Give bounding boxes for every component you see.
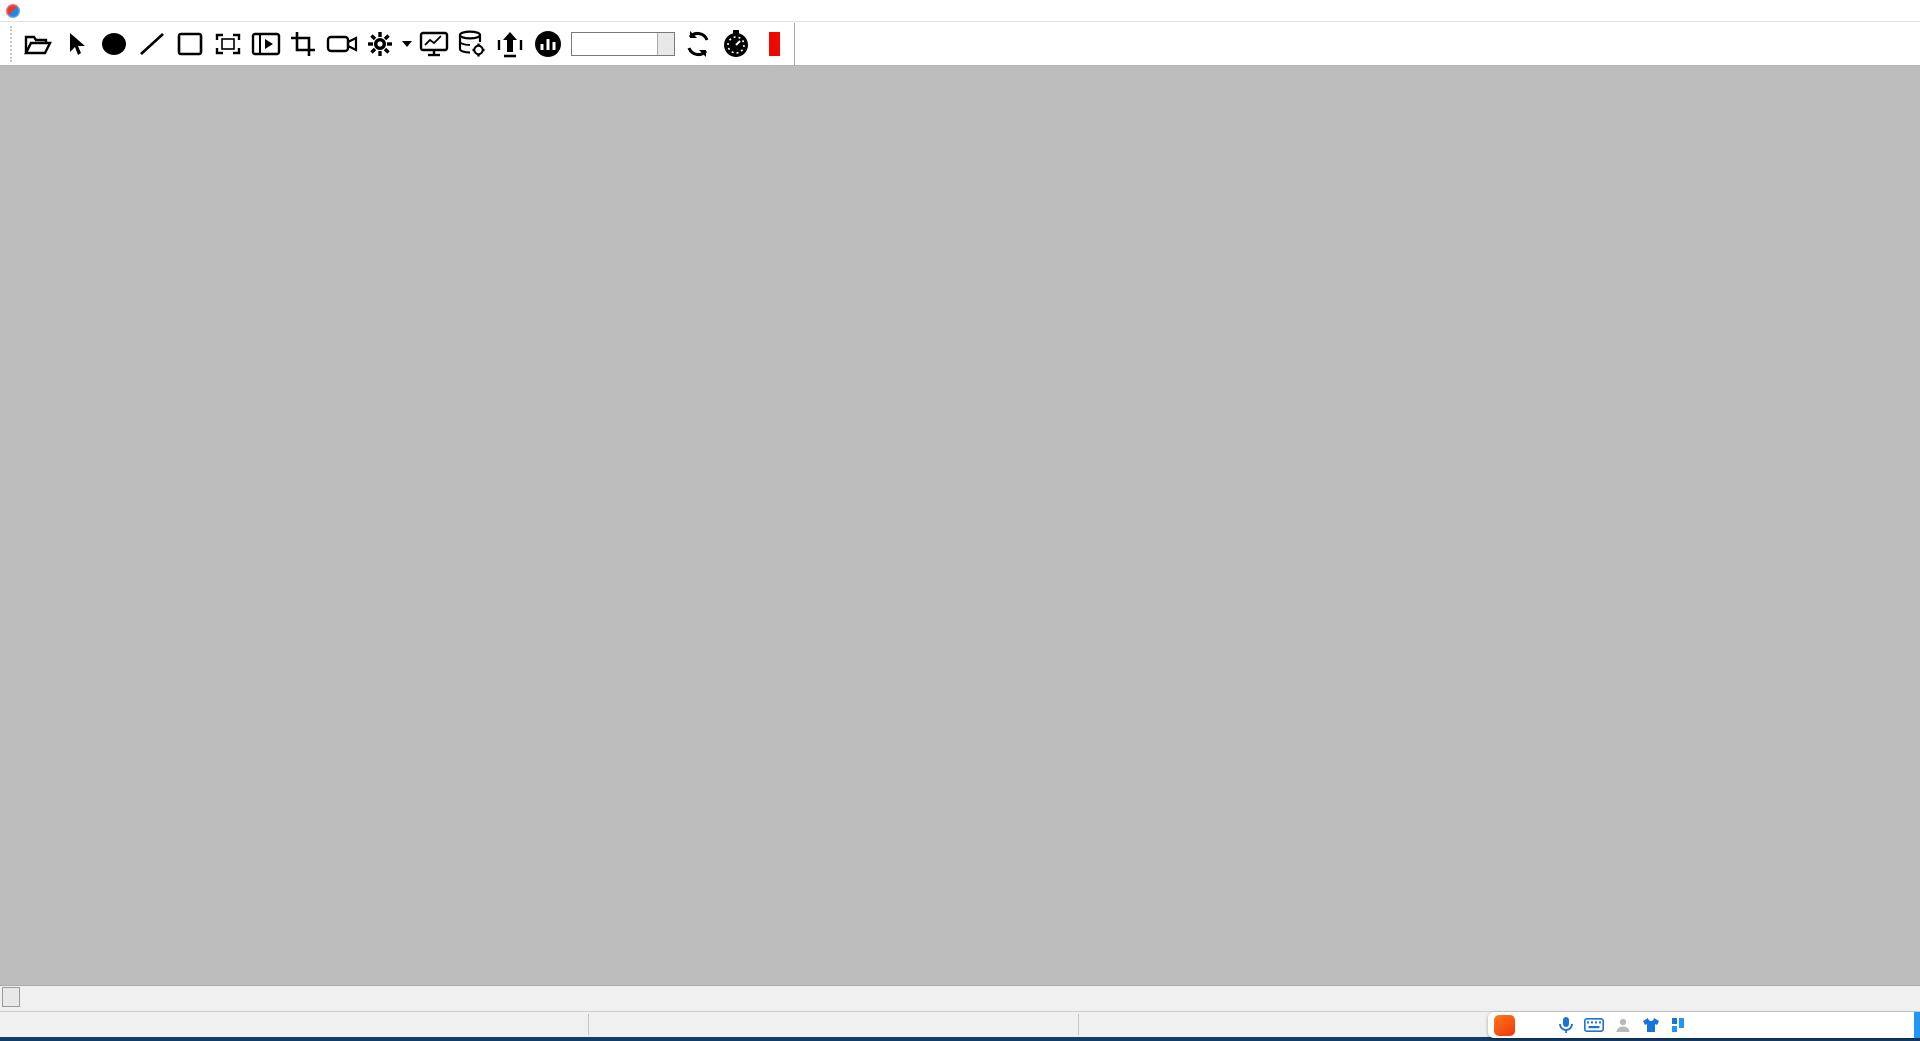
tab-bar xyxy=(0,985,1920,1011)
video-camera-button[interactable] xyxy=(323,25,361,63)
settings-dropdown-arrow-icon[interactable] xyxy=(399,25,415,63)
line-tool-button[interactable] xyxy=(133,25,171,63)
timer-button[interactable] xyxy=(717,25,755,63)
database-settings-button[interactable] xyxy=(453,25,491,63)
skin-wardrobe-icon[interactable] xyxy=(1642,1017,1660,1033)
record-indicator[interactable] xyxy=(769,32,780,56)
app-logo-icon xyxy=(6,4,20,18)
upload-button[interactable] xyxy=(491,25,529,63)
title-bar xyxy=(0,0,1920,22)
microphone-icon[interactable] xyxy=(1559,1016,1573,1034)
ellipse-tool-button[interactable] xyxy=(95,25,133,63)
keyboard-icon[interactable] xyxy=(1584,1018,1604,1032)
statusbar-divider xyxy=(588,1014,589,1035)
close-button[interactable] xyxy=(1880,0,1920,21)
sogou-logo-icon[interactable] xyxy=(1494,1015,1515,1036)
camera-select-dropdown-icon[interactable] xyxy=(657,33,674,55)
maximize-button[interactable] xyxy=(1840,0,1880,21)
rectangle-tool-button[interactable] xyxy=(171,25,209,63)
refresh-button[interactable] xyxy=(679,25,717,63)
camera-select-combobox[interactable] xyxy=(571,32,675,56)
toolbar-separator xyxy=(794,23,795,65)
toolbar-grip-icon xyxy=(10,26,13,62)
statistics-button[interactable] xyxy=(529,25,567,63)
crop-tool-button[interactable] xyxy=(285,25,323,63)
region-select-tool-button[interactable] xyxy=(209,25,247,63)
status-bar xyxy=(0,1011,1920,1037)
settings-gear-button[interactable] xyxy=(361,25,399,63)
tab-corner-button[interactable] xyxy=(2,987,20,1007)
ime-toolbar xyxy=(1488,1012,1920,1038)
ime-more-icon[interactable] xyxy=(1671,1017,1685,1033)
statusbar-divider xyxy=(1078,1014,1079,1035)
user-profile-icon[interactable] xyxy=(1615,1017,1631,1033)
cursor-tool-button[interactable] xyxy=(57,25,95,63)
monitor-chart-button[interactable] xyxy=(415,25,453,63)
open-folder-button[interactable] xyxy=(19,25,57,63)
minimize-button[interactable] xyxy=(1800,0,1840,21)
ime-edge-strip xyxy=(1914,1012,1920,1038)
app-window xyxy=(0,0,1920,1041)
views-row xyxy=(0,66,1920,985)
video-player-button[interactable] xyxy=(247,25,285,63)
toolbar xyxy=(0,22,1920,66)
